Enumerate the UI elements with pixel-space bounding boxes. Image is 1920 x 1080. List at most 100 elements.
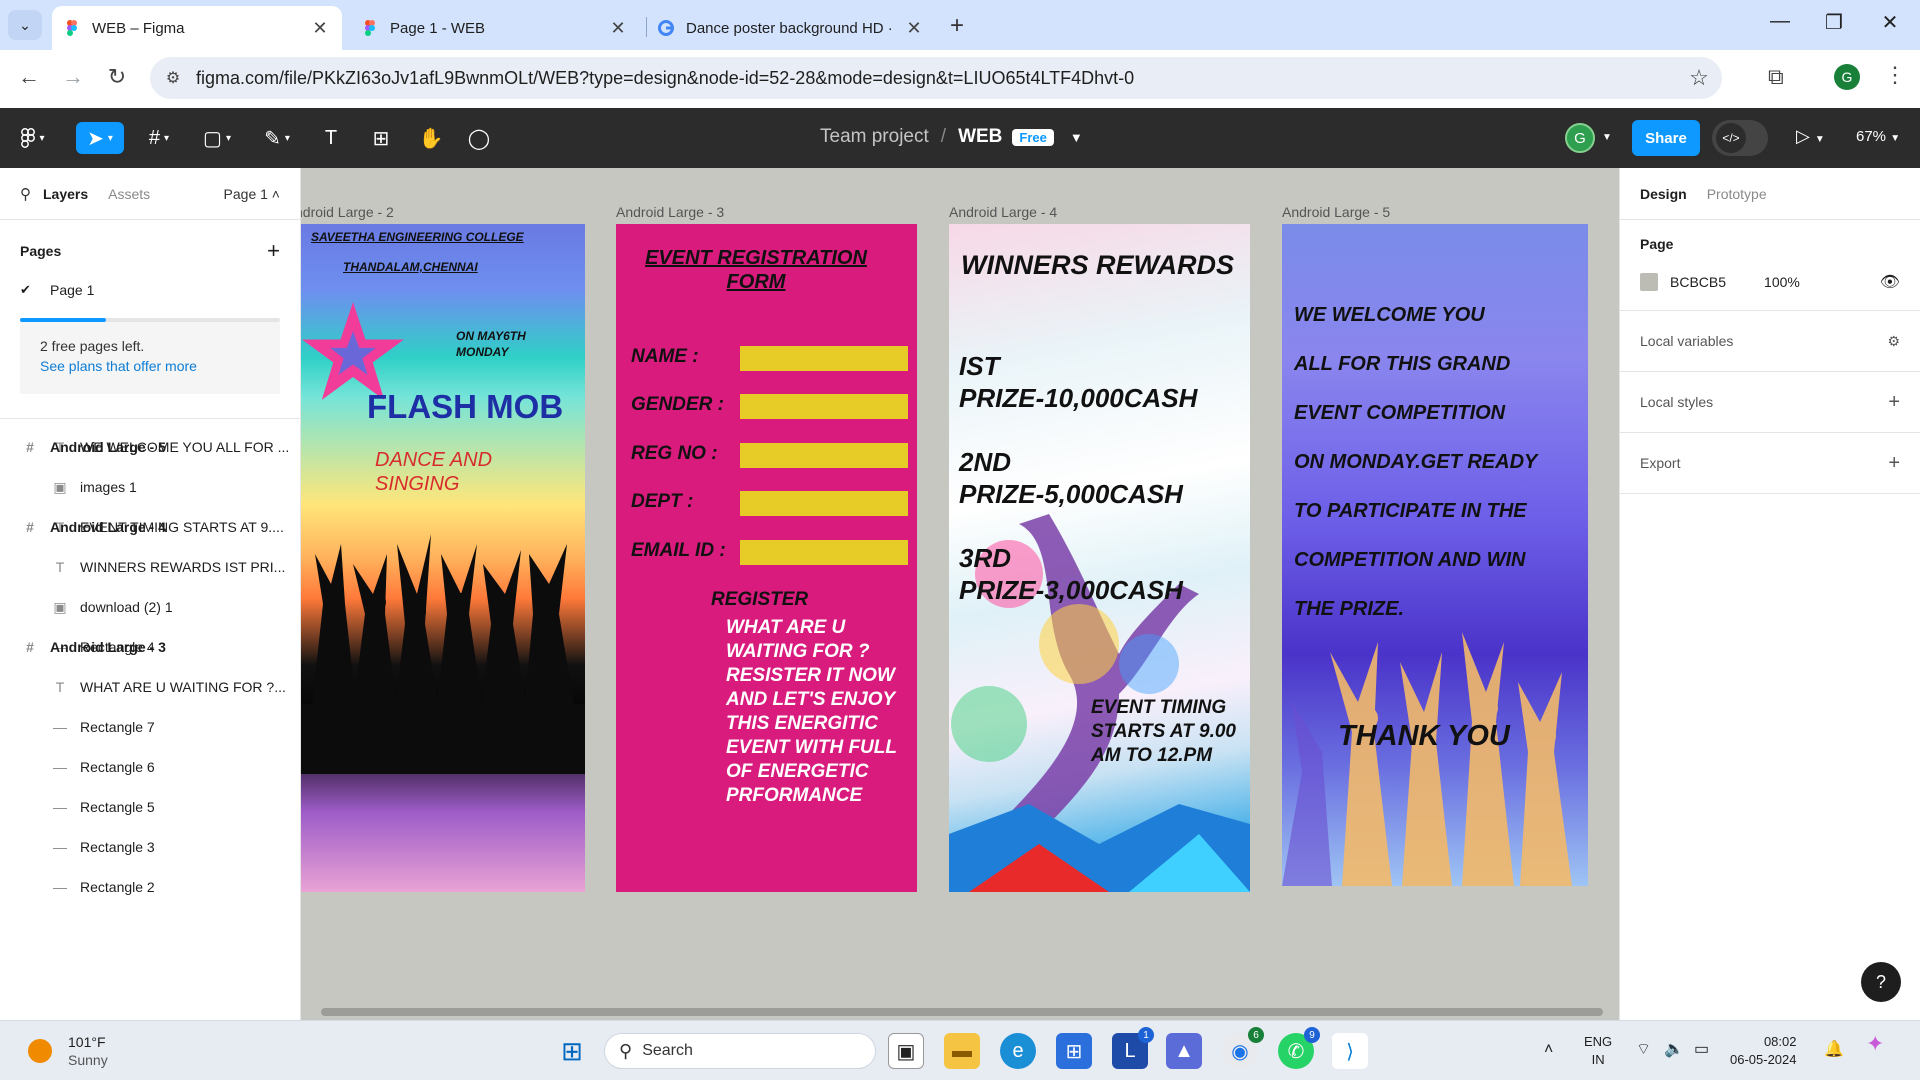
edge-browser-icon[interactable]: e xyxy=(1000,1033,1036,1069)
close-tab-icon[interactable]: ✕ xyxy=(904,18,924,39)
user-avatar[interactable]: G xyxy=(1565,123,1595,153)
search-icon[interactable]: ⚲ xyxy=(20,185,31,203)
site-info-icon[interactable]: ⚙ xyxy=(150,68,196,88)
page-background-row[interactable]: BCBCB5 100% 👁 xyxy=(1640,272,1900,292)
layer-frame-row[interactable]: # Android Large - 3 xyxy=(0,627,166,667)
export-section[interactable]: Export + xyxy=(1620,433,1920,494)
weather-widget[interactable]: 101°F Sunny xyxy=(28,1033,108,1069)
url-text[interactable]: figma.com/file/PKkZI63oJv1afL9BwnmOLt/WE… xyxy=(196,68,1676,89)
resources-icon[interactable]: ⊞ xyxy=(364,122,398,154)
horizontal-scrollbar[interactable] xyxy=(321,1008,1603,1016)
present-icon[interactable]: ▷ ▼ xyxy=(1796,126,1825,147)
pen-tool-icon[interactable]: ✎ ▾ xyxy=(254,122,300,154)
microsoft-store-icon[interactable]: ⊞ xyxy=(1056,1033,1092,1069)
form-field-regno[interactable] xyxy=(740,443,908,468)
layer-row[interactable]: — Rectangle 5 xyxy=(0,787,300,827)
layer-frame-row[interactable]: # Android Large - 5 xyxy=(0,427,166,467)
visibility-eye-icon[interactable]: 👁 xyxy=(1880,272,1900,292)
figma-main-menu-icon[interactable]: ▾ xyxy=(12,122,54,154)
vscode-icon[interactable]: ⟩ xyxy=(1332,1033,1368,1069)
show-hidden-icons-icon[interactable]: ˄ xyxy=(1544,1041,1553,1059)
page-item[interactable]: ✔ Page 1 xyxy=(0,274,300,306)
windows-start-icon[interactable]: ⊞ xyxy=(554,1033,590,1069)
page-opacity[interactable]: 100% xyxy=(1764,274,1800,290)
forward-icon[interactable]: → xyxy=(58,64,88,90)
volume-icon[interactable]: 🔈 xyxy=(1664,1041,1684,1059)
layer-row[interactable]: — Rectangle 2 xyxy=(0,867,300,907)
taskbar-search[interactable]: ⚲ Search xyxy=(604,1033,876,1069)
wifi-icon[interactable]: ⌔ xyxy=(1636,1041,1651,1059)
zoom-menu[interactable]: 67% ▼ xyxy=(1856,128,1900,145)
tab-prototype[interactable]: Prototype xyxy=(1707,186,1767,202)
text-tool-icon[interactable]: T xyxy=(314,122,348,154)
extensions-icon[interactable]: ⧉ xyxy=(1768,64,1784,90)
language-indicator[interactable]: ENG IN xyxy=(1584,1033,1612,1069)
new-tab-icon[interactable]: + xyxy=(950,12,964,40)
frame-android-large-3[interactable]: EVENT REGISTRATION FORM NAME : GENDER : … xyxy=(616,224,917,892)
layer-frame-row[interactable]: # Android Large - 4 xyxy=(0,507,166,547)
bookmark-star-icon[interactable]: ☆ xyxy=(1676,65,1722,91)
shape-tool-icon[interactable]: ▢ ▾ xyxy=(194,122,240,154)
tab-dance-poster[interactable]: Dance poster background HD · ✕ xyxy=(646,6,936,50)
form-field-name[interactable] xyxy=(740,346,908,371)
layer-row[interactable]: ▣ download (2) 1 xyxy=(0,587,300,627)
layer-row[interactable]: — Rectangle 7 xyxy=(0,707,300,747)
form-field-gender[interactable] xyxy=(740,394,908,419)
page-color-hex[interactable]: BCBCB5 xyxy=(1670,274,1726,290)
see-plans-link[interactable]: See plans that offer more xyxy=(40,356,260,376)
clock[interactable]: 08:02 06-05-2024 xyxy=(1730,1033,1797,1069)
chrome-icon[interactable]: ◉ 6 xyxy=(1222,1027,1264,1069)
whatsapp-icon[interactable]: ✆ 9 xyxy=(1278,1027,1320,1069)
tab-assets[interactable]: Assets xyxy=(108,186,150,202)
register-label[interactable]: REGISTER xyxy=(711,589,808,611)
share-button[interactable]: Share xyxy=(1632,120,1700,156)
design-canvas[interactable]: ndroid Large - 2 Android Large - 3 Andro… xyxy=(301,168,1619,1020)
reload-icon[interactable]: ↻ xyxy=(102,64,132,90)
notification-bell-icon[interactable]: 🔔 xyxy=(1824,1041,1844,1059)
plan-badge[interactable]: Free xyxy=(1012,128,1054,146)
frame-label[interactable]: Android Large - 4 xyxy=(949,204,1057,220)
form-field-email[interactable] xyxy=(740,540,908,565)
frame-tool-icon[interactable]: # ▾ xyxy=(136,122,182,154)
tab-layers[interactable]: Layers xyxy=(43,186,88,202)
hand-tool-icon[interactable]: ✋ xyxy=(414,122,448,154)
comment-tool-icon[interactable]: ◯ xyxy=(462,122,496,154)
layer-row[interactable]: ▣ images 1 xyxy=(0,467,300,507)
a-app-icon[interactable]: ▲ xyxy=(1166,1033,1202,1069)
page-selector[interactable]: Page 1 ˄ xyxy=(224,186,280,202)
layer-row[interactable]: T WHAT ARE U WAITING FOR ?... xyxy=(0,667,300,707)
copilot-icon[interactable]: ✦ xyxy=(1866,1033,1884,1055)
frame-android-large-2[interactable]: SAVEETHA ENGINEERING COLLEGE THANDALAM,C… xyxy=(301,224,585,892)
frame-android-large-5[interactable]: WE WELCOME YOU ALL FOR THIS GRAND EVENT CO… xyxy=(1282,224,1588,886)
tab-search-button[interactable]: ⌄ xyxy=(8,10,42,40)
file-explorer-icon[interactable]: ▬ xyxy=(944,1033,980,1069)
frame-label[interactable]: ndroid Large - 2 xyxy=(301,204,394,220)
file-name[interactable]: WEB xyxy=(958,126,1002,148)
minimize-icon[interactable]: — xyxy=(1760,10,1800,33)
close-tab-icon[interactable]: ✕ xyxy=(608,18,628,39)
address-bar[interactable]: ⚙ figma.com/file/PKkZI63oJv1afL9BwnmOLt/… xyxy=(150,57,1722,99)
local-variables-section[interactable]: Local variables ⚙ xyxy=(1620,311,1920,372)
frame-label[interactable]: Android Large - 5 xyxy=(1282,204,1390,220)
frame-android-large-4[interactable]: WINNERS REWARDS IST PRIZE-10,000CASH 2ND… xyxy=(949,224,1250,892)
layer-row[interactable]: — Rectangle 6 xyxy=(0,747,300,787)
add-style-icon[interactable]: + xyxy=(1888,391,1900,414)
add-page-icon[interactable]: + xyxy=(267,238,280,264)
tab-page1-web[interactable]: Page 1 - WEB ✕ xyxy=(350,6,640,50)
add-export-icon[interactable]: + xyxy=(1888,452,1900,475)
team-name[interactable]: Team project xyxy=(820,126,929,148)
frame-label[interactable]: Android Large - 3 xyxy=(616,204,724,220)
page-color-swatch[interactable] xyxy=(1640,273,1658,291)
tab-figma-web[interactable]: WEB – Figma ✕ xyxy=(52,6,342,50)
form-field-dept[interactable] xyxy=(740,491,908,516)
back-icon[interactable]: ← xyxy=(14,64,44,90)
dev-mode-toggle[interactable]: </> xyxy=(1712,120,1768,156)
layer-row[interactable]: — Rectangle 3 xyxy=(0,827,300,867)
local-styles-section[interactable]: Local styles + xyxy=(1620,372,1920,433)
chevron-down-icon[interactable]: ▼ xyxy=(1602,132,1612,143)
close-tab-icon[interactable]: ✕ xyxy=(310,18,330,39)
chevron-down-icon[interactable]: ▼ xyxy=(1070,130,1083,145)
profile-avatar[interactable]: G xyxy=(1834,64,1860,90)
task-view-icon[interactable]: ▣ xyxy=(888,1033,924,1069)
layer-row[interactable]: T WINNERS REWARDS IST PRI... xyxy=(0,547,300,587)
